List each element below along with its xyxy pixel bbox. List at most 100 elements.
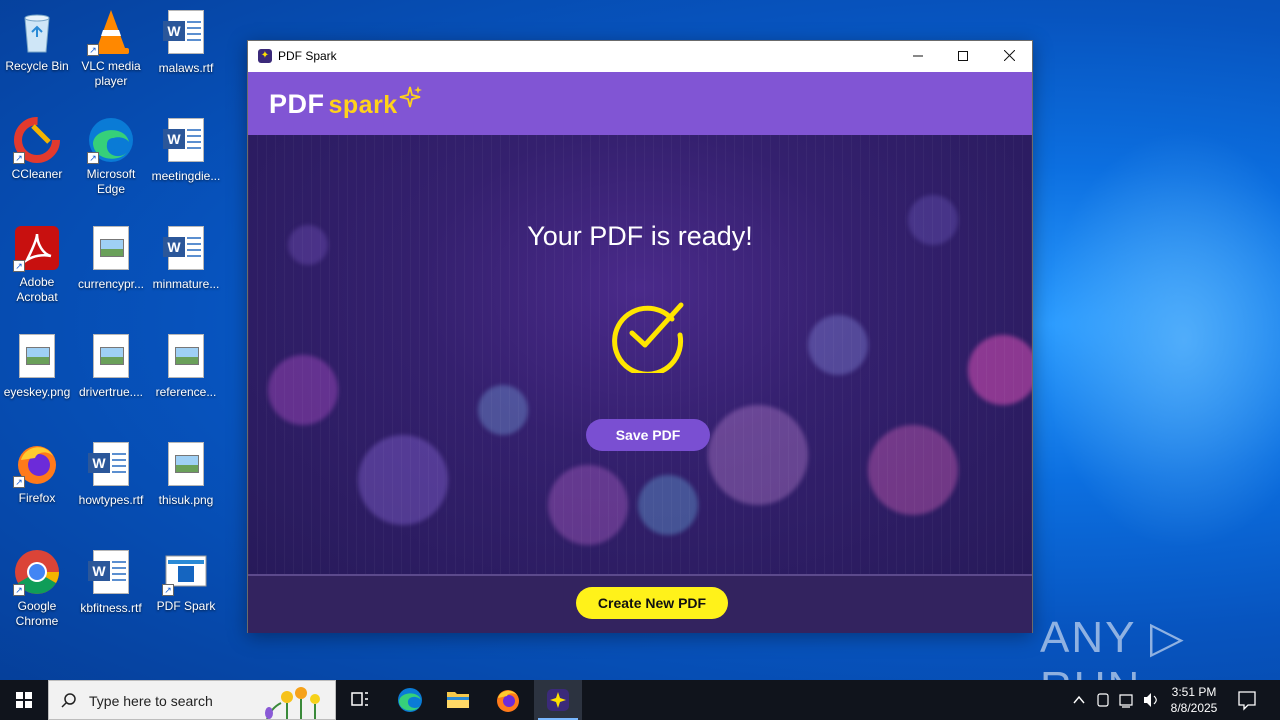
network-icon: [1119, 694, 1133, 708]
save-pdf-button[interactable]: Save PDF: [586, 419, 710, 451]
close-icon: [1003, 49, 1015, 62]
search-highlight-flowers-icon: [265, 687, 320, 719]
desktop-icon-ccleaner[interactable]: ↗ CCleaner: [1, 116, 73, 182]
taskbar-pdf-spark-button[interactable]: [534, 680, 582, 720]
firefox-icon: ↗: [13, 440, 61, 488]
desktop-icon-drivertrue[interactable]: drivertrue....: [75, 332, 147, 400]
windows-logo-icon: [16, 692, 32, 708]
minimize-icon: [913, 55, 923, 57]
app-footer: Create New PDF: [248, 574, 1032, 633]
taskbar-firefox-button[interactable]: [484, 680, 532, 720]
desktop-icon-label: eyeskey.png: [3, 385, 71, 399]
desktop-icon-malaws-rtf[interactable]: W malaws.rtf: [150, 8, 222, 76]
desktop-icon-microsoft-edge[interactable]: ↗ Microsoft Edge: [75, 116, 147, 197]
pdf-spark-window: ✦ PDF Spark PDFspark Your PDF is ready!: [247, 40, 1033, 633]
desktop-icon-howtypes-rtf[interactable]: W howtypes.rtf: [75, 440, 147, 508]
desktop-icon-reference[interactable]: reference...: [150, 332, 222, 400]
desktop-icon-label: drivertrue....: [78, 385, 144, 399]
chrome-icon: ↗: [13, 548, 61, 596]
edge-icon: [398, 688, 422, 712]
desktop-icon-label: thisuk.png: [158, 493, 214, 507]
desktop-icon-label: meetingdie...: [151, 169, 221, 183]
logo-spark-text: spark: [328, 91, 398, 119]
desktop-icon-label: currencypr...: [77, 277, 145, 291]
search-icon: [61, 693, 76, 708]
vlc-cone-icon: ↗: [87, 8, 135, 56]
chevron-up-icon: [1073, 695, 1085, 704]
recycle-bin-icon: [13, 8, 61, 56]
desktop-icon-label: Firefox: [18, 491, 56, 505]
desktop-icon-recycle-bin[interactable]: Recycle Bin: [1, 8, 73, 74]
desktop-icon-label: VLC media player: [81, 59, 141, 88]
search-placeholder: Type here to search: [89, 693, 213, 709]
clock-date: 8/8/2025: [1170, 701, 1218, 715]
desktop-icon-pdf-spark[interactable]: ↗ PDF Spark: [150, 548, 222, 614]
desktop-icon-label: Adobe Acrobat: [16, 275, 58, 304]
word-document-icon: W: [87, 442, 135, 490]
desktop-icon-adobe-acrobat[interactable]: ↗ Adobe Acrobat: [1, 224, 73, 305]
tray-icons: [1073, 693, 1157, 708]
pdf-spark-app-icon: [547, 689, 569, 711]
volume-icon: [1144, 693, 1151, 707]
shortcut-arrow-icon: ↗: [162, 584, 174, 596]
shortcut-arrow-icon: ↗: [87, 44, 99, 56]
desktop-icon-google-chrome[interactable]: ↗ Google Chrome: [1, 548, 73, 629]
check-circle-icon: [612, 302, 684, 373]
desktop-icon-meetingdie[interactable]: W meetingdie...: [150, 116, 222, 184]
pdf-spark-logo: PDF spark: [269, 86, 422, 120]
window-title: PDF Spark: [278, 49, 337, 63]
word-document-icon: W: [162, 10, 210, 58]
desktop-icon-kbfitness-rtf[interactable]: W kbfitness.rtf: [75, 548, 147, 616]
image-file-icon: [87, 334, 135, 382]
desktop-icon-thisuk-png[interactable]: thisuk.png: [150, 440, 222, 508]
desktop-icon-currencypr[interactable]: currencypr...: [75, 224, 147, 292]
taskbar-clock[interactable]: 3:51 PM 8/8/2025: [1162, 684, 1226, 716]
shortcut-arrow-icon: ↗: [13, 476, 25, 488]
desktop-icon-label: Recycle Bin: [5, 59, 69, 73]
system-tray: [1066, 680, 1162, 720]
start-button[interactable]: [0, 680, 48, 720]
image-file-icon: [162, 334, 210, 382]
close-button[interactable]: [986, 41, 1032, 72]
taskbar-search-box[interactable]: Type here to search: [48, 680, 336, 720]
desktop-icon-label: reference...: [155, 385, 217, 399]
minimize-button[interactable]: [895, 41, 941, 72]
window-titlebar[interactable]: ✦ PDF Spark: [248, 41, 1032, 72]
logo-pdf-text: PDF: [269, 89, 325, 119]
meet-now-icon: [1097, 693, 1109, 707]
task-view-button[interactable]: [336, 680, 384, 720]
desktop-icon-vlc[interactable]: ↗ VLC media player: [75, 8, 147, 89]
desktop-icon-label: howtypes.rtf: [78, 493, 144, 507]
desktop-icon-label: Microsoft Edge: [86, 167, 136, 196]
desktop-icon-firefox[interactable]: ↗ Firefox: [1, 440, 73, 506]
create-new-pdf-button[interactable]: Create New PDF: [576, 587, 728, 619]
desktop-icon-eyeskey-png[interactable]: eyeskey.png: [1, 332, 73, 400]
desktop-icon-minmature[interactable]: W minmature...: [150, 224, 222, 292]
pdf-spark-shortcut-icon: ↗: [162, 548, 210, 596]
shortcut-arrow-icon: ↗: [87, 152, 99, 164]
image-file-icon: [162, 442, 210, 490]
desktop-icon-label: minmature...: [152, 277, 220, 291]
image-file-icon: [13, 334, 61, 382]
taskbar-file-explorer-button[interactable]: [434, 680, 482, 720]
maximize-button[interactable]: [940, 41, 986, 72]
shortcut-arrow-icon: ↗: [13, 152, 25, 164]
firefox-icon: [497, 690, 519, 712]
taskbar-edge-button[interactable]: [386, 680, 434, 720]
notification-icon: [1238, 691, 1256, 711]
word-document-icon: W: [162, 118, 210, 166]
maximize-icon: [958, 51, 968, 61]
pdf-spark-app-icon: ✦: [258, 49, 272, 63]
desktop-icon-label: kbfitness.rtf: [80, 601, 142, 615]
result-panel: Your PDF is ready! Save PDF: [248, 135, 1032, 574]
app-header: PDF spark: [248, 72, 1032, 135]
clock-time: 3:51 PM: [1171, 685, 1217, 699]
shortcut-arrow-icon: ↗: [13, 260, 25, 272]
word-document-icon: W: [87, 550, 135, 598]
desktop-icon-label: CCleaner: [11, 167, 63, 181]
notifications-button[interactable]: [1226, 680, 1268, 720]
ready-heading: Your PDF is ready!: [527, 221, 753, 251]
desktop-icon-label: malaws.rtf: [158, 61, 214, 75]
desktop-icon-label: Google Chrome: [15, 599, 59, 628]
folder-icon: [447, 692, 469, 708]
